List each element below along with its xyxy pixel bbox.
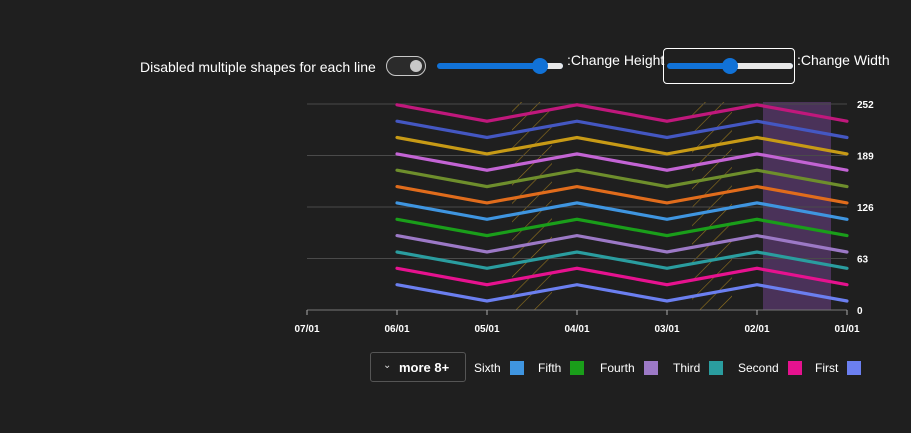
y-tick-label: 252 <box>857 100 874 111</box>
x-tick-label: 06/01 <box>384 324 409 335</box>
legend-label: Sixth <box>474 361 501 375</box>
x-tick-label: 04/01 <box>564 324 589 335</box>
shapes-toggle-label: Disabled multiple shapes for each line <box>140 59 376 75</box>
y-tick-label: 189 <box>857 152 874 163</box>
shapes-toggle[interactable] <box>386 56 426 76</box>
chevron-down-icon: ⌄ <box>383 360 392 371</box>
width-slider-thumb[interactable] <box>722 58 738 74</box>
x-tick-label: 02/01 <box>744 324 769 335</box>
x-tick-label: 03/01 <box>654 324 679 335</box>
legend-label: Third <box>673 361 701 375</box>
x-tick-label: 05/01 <box>474 324 499 335</box>
legend-swatch <box>709 361 724 375</box>
legend-swatch <box>787 361 802 375</box>
x-tick-label: 07/01 <box>294 324 319 335</box>
legend-swatch <box>570 361 585 375</box>
more-series-button[interactable]: ⌄ more 8+ <box>370 352 466 382</box>
height-slider[interactable] <box>437 58 563 74</box>
y-tick-label: 63 <box>857 255 869 266</box>
legend-swatch <box>847 361 862 375</box>
legend-label: Second <box>738 361 779 375</box>
legend-swatch <box>643 361 658 375</box>
x-tick-label: 01/01 <box>834 324 859 335</box>
chart-controls: Disabled multiple shapes for each line :… <box>0 44 911 88</box>
legend-label: Fifth <box>538 361 562 375</box>
y-tick-label: 126 <box>857 203 874 214</box>
height-slider-thumb[interactable] <box>532 58 548 74</box>
height-slider-label: :Change Height <box>567 52 665 68</box>
more-series-label: more 8+ <box>399 360 450 375</box>
chart-legend: ⌄ more 8+ Sixth Fifth Fourth Third Second Fir… <box>0 352 911 384</box>
legend-swatch <box>509 361 524 375</box>
width-slider-rest <box>730 63 793 69</box>
y-tick-label: 0 <box>857 306 863 317</box>
width-slider-label: :Change Width <box>797 52 890 68</box>
legend-label: First <box>815 361 839 375</box>
width-slider[interactable] <box>667 58 793 74</box>
legend-label: Fourth <box>600 361 635 375</box>
toggle-knob <box>410 60 422 72</box>
line-chart: 07/01 06/01 05/01 04/01 03/01 02/01 01/01 0 63 1… <box>294 100 874 335</box>
